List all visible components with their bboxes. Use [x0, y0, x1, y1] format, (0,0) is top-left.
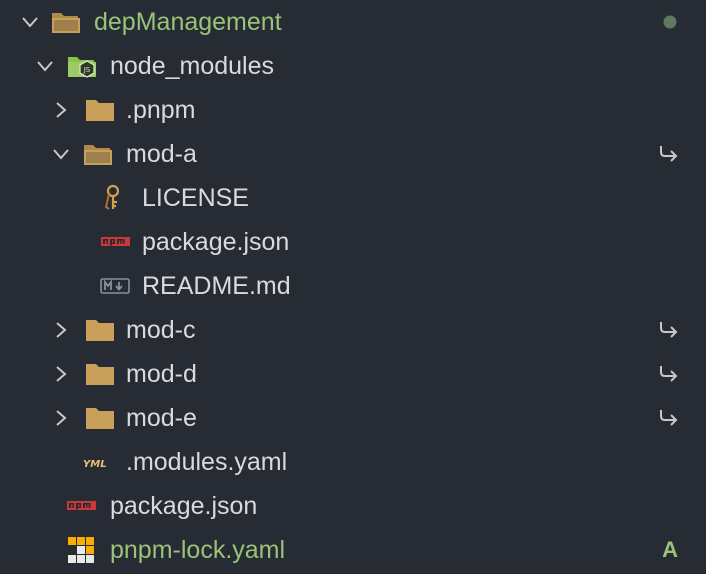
tree-item-mod-c[interactable]: mod-c	[0, 308, 706, 352]
chevron-right-icon[interactable]	[51, 320, 71, 340]
tree-item-readme[interactable]: README.md	[0, 264, 706, 308]
license-key-icon	[104, 184, 120, 210]
markdown-icon	[100, 278, 130, 294]
chevron-down-icon[interactable]	[35, 56, 55, 76]
chevron-down-icon[interactable]	[51, 144, 71, 164]
tree-item-label: .modules.yaml	[126, 448, 288, 476]
tree-item-package-json[interactable]: package.json	[0, 484, 706, 528]
tree-item-label: mod-c	[126, 316, 196, 344]
folder-icon	[86, 364, 114, 385]
symlink-arrow-icon	[658, 352, 680, 396]
folder-icon	[86, 100, 114, 121]
tree-item-label: .pnpm	[126, 96, 196, 124]
tree-item-mod-a[interactable]: mod-a	[0, 132, 706, 176]
tree-item-label: node_modules	[110, 52, 275, 80]
svg-text:YML: YML	[83, 459, 107, 470]
chevron-down-icon[interactable]	[20, 12, 40, 32]
tree-item-label: package.json	[142, 228, 290, 256]
pnpm-icon	[68, 537, 94, 563]
node-folder-icon: JS	[68, 57, 96, 78]
tree-item-node-modules[interactable]: JS node_modules	[0, 44, 706, 88]
tree-item-label: mod-d	[126, 360, 197, 388]
chevron-right-icon[interactable]	[51, 408, 71, 428]
symlink-arrow-icon	[658, 308, 680, 352]
npm-icon	[67, 501, 96, 510]
git-status-added-badge: A	[662, 537, 678, 562]
tree-item-label: README.md	[142, 272, 291, 300]
tree-item-pnpm[interactable]: .pnpm	[0, 88, 706, 132]
tree-item-license[interactable]: LICENSE	[0, 176, 706, 220]
tree-item-label: pnpm-lock.yaml	[110, 536, 286, 564]
symlink-arrow-icon	[658, 396, 680, 440]
folder-open-icon	[52, 13, 80, 33]
tree-item-mod-a-package-json[interactable]: package.json	[0, 220, 706, 264]
tree-item-mod-e[interactable]: mod-e	[0, 396, 706, 440]
folder-icon	[86, 408, 114, 429]
tree-item-label: package.json	[110, 492, 258, 520]
symlink-arrow-icon	[658, 132, 680, 176]
modified-dot-icon	[662, 0, 678, 44]
svg-text:JS: JS	[83, 66, 91, 74]
tree-item-label: LICENSE	[142, 184, 249, 212]
npm-icon	[101, 237, 130, 246]
file-explorer-tree: depManagement JS node_modules .pnpm mod-…	[0, 0, 706, 574]
folder-icon	[86, 320, 114, 341]
tree-item-label: mod-e	[126, 404, 197, 432]
tree-item-label: depManagement	[94, 8, 282, 36]
folder-open-icon	[84, 145, 112, 165]
tree-item-label: mod-a	[126, 140, 197, 168]
chevron-right-icon[interactable]	[51, 364, 71, 384]
yaml-icon: YML	[83, 459, 107, 470]
tree-item-pnpm-lock[interactable]: pnpm-lock.yaml A	[0, 528, 706, 572]
chevron-right-icon[interactable]	[51, 100, 71, 120]
tree-item-modules-yaml[interactable]: YML .modules.yaml	[0, 440, 706, 484]
tree-item-mod-d[interactable]: mod-d	[0, 352, 706, 396]
tree-item-depmanagement[interactable]: depManagement	[0, 0, 706, 44]
